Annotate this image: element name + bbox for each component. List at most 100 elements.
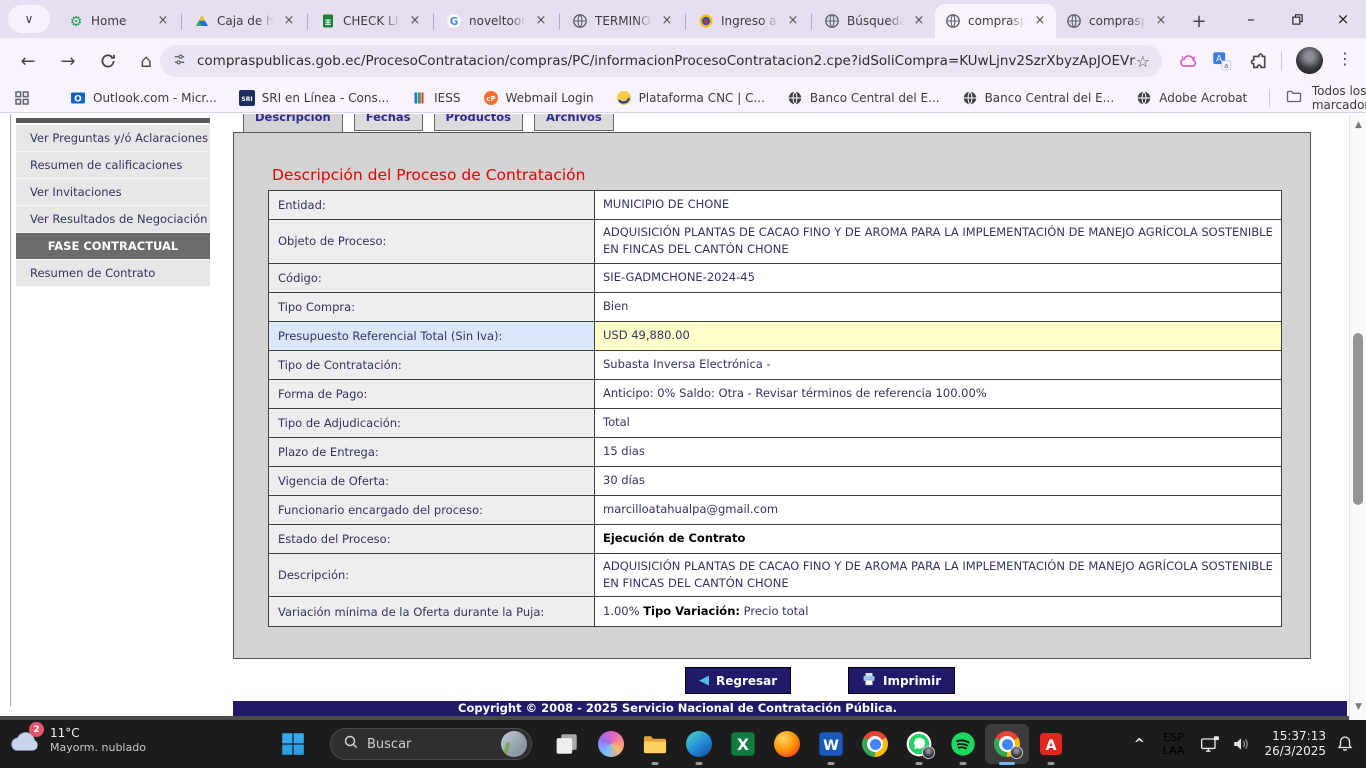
back-icon[interactable]: ← (16, 49, 40, 73)
table-row-estado: Estado del Proceso:Ejecución de Contrato (269, 525, 1281, 554)
bookmark-star-icon[interactable]: ☆ (1136, 52, 1150, 71)
google-sheets-icon (320, 13, 336, 29)
reload-icon[interactable] (96, 49, 120, 73)
tab-archivos[interactable]: Archivos (534, 114, 614, 131)
tab-fechas[interactable]: Fechas (354, 114, 423, 131)
browser-tab-ingreso[interactable]: Ingreso al × (688, 4, 809, 38)
chrome-app-active[interactable] (985, 724, 1029, 764)
notification-bell-icon[interactable] (1336, 735, 1354, 753)
firefox-app[interactable] (765, 720, 809, 768)
browser-tab-sheets[interactable]: CHECK LIS × (310, 4, 431, 38)
extensions-puzzle-icon[interactable] (1247, 50, 1269, 72)
acrobat-app[interactable]: A (1029, 720, 1073, 768)
sidebar-item-calificaciones[interactable]: Resumen de calificaciones (16, 152, 210, 179)
sidebar-item-preguntas[interactable]: Ver Preguntas y/ó Aclaraciones (16, 125, 210, 152)
chrome-app[interactable] (853, 720, 897, 768)
scrollbar-thumb[interactable] (1353, 333, 1363, 505)
tray-chevron-icon[interactable]: ^ (1134, 737, 1145, 752)
browser-tab-comprasp-active[interactable]: comprasp × (935, 4, 1056, 38)
language-indicator[interactable]: ESP LAA (1163, 731, 1185, 757)
scroll-down-icon[interactable]: ▼ (1350, 702, 1366, 712)
close-icon[interactable]: × (533, 13, 549, 29)
close-icon[interactable]: × (407, 13, 423, 29)
close-icon[interactable]: × (1032, 13, 1048, 29)
close-window-button[interactable]: × (1320, 0, 1366, 38)
profile-avatar[interactable] (1296, 47, 1323, 74)
forward-icon[interactable]: → (56, 49, 80, 73)
close-icon[interactable]: × (1153, 13, 1169, 29)
scroll-up-icon[interactable]: ▲ (1350, 120, 1366, 130)
file-explorer-app[interactable] (633, 720, 677, 768)
menu-icon[interactable]: ⋮ (1337, 49, 1353, 68)
tab-descripcion[interactable]: Descripción (243, 114, 343, 132)
site-info-icon[interactable] (172, 52, 187, 71)
sidebar-item-resumen-contrato[interactable]: Resumen de Contrato (16, 260, 210, 287)
apps-grid-icon[interactable] (14, 90, 30, 106)
tab-separator (433, 13, 434, 30)
tab-productos[interactable]: Productos (434, 114, 523, 131)
word-app[interactable]: W (809, 720, 853, 768)
whatsapp-app[interactable] (897, 720, 941, 768)
imprimir-button[interactable]: Imprimir (848, 667, 955, 694)
volume-icon[interactable] (1232, 735, 1252, 753)
search-box[interactable]: Buscar (330, 728, 532, 760)
clock[interactable]: 15:37:13 26/3/2025 (1264, 729, 1326, 759)
regresar-button[interactable]: ◀ Regresar (685, 667, 791, 694)
spotify-app[interactable] (941, 720, 985, 768)
chevron-down-icon: ∨ (25, 12, 34, 26)
close-icon[interactable]: × (785, 13, 801, 29)
tab-separator (181, 13, 182, 30)
table-row: Entidad:MUNICIPIO DE CHONE (269, 191, 1281, 220)
page-left-border (10, 114, 11, 706)
new-tab-button[interactable]: + (1185, 7, 1213, 35)
start-button[interactable] (281, 732, 305, 756)
table-row: Plazo de Entrega:15 dias (269, 438, 1281, 467)
bookmark-outlook[interactable]: OOutlook.com - Micr... (70, 90, 217, 106)
bookmark-adobe-acrobat[interactable]: Adobe Acrobat (1136, 90, 1247, 106)
restore-button[interactable] (1274, 0, 1320, 38)
copyright-bar: Copyright © 2008 - 2025 Servicio Naciona… (233, 701, 1347, 716)
bookmark-banco-central-2[interactable]: Banco Central del E... (962, 90, 1115, 106)
home-icon[interactable]: ⌂ (134, 49, 158, 73)
bookmark-banco-central-1[interactable]: Banco Central del E... (787, 90, 940, 106)
tab-search-button[interactable]: ∨ (8, 5, 50, 33)
tabs-container: ⚙ Home × Caja de he × CHECK LIS × G nove… (58, 4, 1213, 38)
sidebar-item-invitaciones[interactable]: Ver Invitaciones (16, 179, 210, 206)
excel-app[interactable]: X (721, 720, 765, 768)
browser-tab-comprasp-2[interactable]: comprasp × (1056, 4, 1177, 38)
address-bar[interactable]: compraspublicas.gob.ec/ProcesoContrataci… (160, 45, 1162, 77)
all-bookmarks-label[interactable]: Todos los marcadores (1312, 84, 1366, 112)
weather-widget[interactable]: 2 11°C Mayorm. nublado (8, 725, 146, 755)
scrollbar[interactable]: ▲ ▼ (1349, 114, 1366, 720)
url-text[interactable]: compraspublicas.gob.ec/ProcesoContrataci… (197, 53, 1136, 69)
network-icon[interactable] (1200, 735, 1220, 753)
button-row: ◀ Regresar Imprimir (233, 667, 1311, 695)
browser-tab-termino[interactable]: TERMINO × (562, 4, 683, 38)
copilot-app[interactable] (589, 720, 633, 768)
bookmark-sri[interactable]: SRISRI en Línea - Cons... (239, 90, 389, 106)
svg-text:G: G (450, 16, 459, 28)
close-icon[interactable]: × (911, 13, 927, 29)
bookmark-iess[interactable]: IESS (411, 90, 460, 106)
browser-tab-strip: ∨ ⚙ Home × Caja de he × CHECK LIS × G no… (0, 0, 1366, 38)
minimize-button[interactable]: – (1228, 0, 1274, 38)
close-icon[interactable]: × (155, 13, 171, 29)
process-info-table: Entidad:MUNICIPIO DE CHONE Objeto de Pro… (268, 190, 1282, 627)
close-icon[interactable]: × (659, 13, 675, 29)
browser-tab-drive[interactable]: Caja de he × (184, 4, 305, 38)
translate-icon[interactable]: Aa (1211, 50, 1233, 72)
browser-tab-home[interactable]: ⚙ Home × (58, 4, 179, 38)
weather-condition: Mayorm. nublado (50, 741, 146, 755)
search-highlight-image[interactable] (501, 731, 527, 757)
weather-extension-icon[interactable] (1177, 50, 1199, 72)
edge-app[interactable] (677, 720, 721, 768)
sidebar-item-negociacion[interactable]: Ver Resultados de Negociación (16, 206, 210, 233)
browser-tab-noveltoon[interactable]: G noveltoon × (436, 4, 557, 38)
browser-tab-busqueda[interactable]: Búsqueda × (814, 4, 935, 38)
task-view-button[interactable] (545, 720, 589, 768)
close-icon[interactable]: × (281, 13, 297, 29)
page-title: Descripción del Proceso de Contratación (272, 166, 585, 184)
bookmark-cnc[interactable]: Plataforma CNC | C... (616, 90, 765, 106)
tray-date: 26/3/2025 (1264, 744, 1326, 759)
bookmark-webmail[interactable]: cPWebmail Login (483, 90, 594, 106)
